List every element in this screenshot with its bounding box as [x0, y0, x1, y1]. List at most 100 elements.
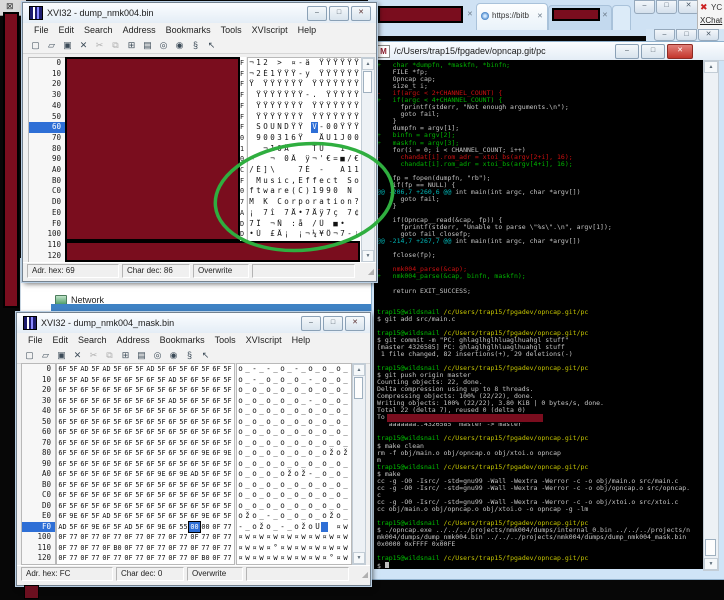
ascii-cell[interactable]: Ÿ	[353, 90, 360, 101]
ascii-cell[interactable]: o	[339, 197, 346, 208]
hex-byte-cell[interactable]: 77	[222, 522, 233, 533]
ascii-cell[interactable]: .	[311, 90, 318, 101]
hex-byte-cell[interactable]: 6F	[101, 427, 112, 438]
cut-icon[interactable]: ✂	[93, 39, 106, 52]
ascii-cell[interactable]: _	[258, 396, 265, 407]
ascii-cell[interactable]: o	[279, 417, 286, 428]
ascii-cell[interactable]: _	[342, 396, 349, 407]
ascii-cell[interactable]: Ÿ	[318, 58, 325, 69]
hex-byte-cell[interactable]: 6F	[101, 448, 112, 459]
ascii-row[interactable]: ¤w¤w¤w¤w¤w¤w¤°¤w	[237, 553, 349, 564]
ascii-cell[interactable]: -	[297, 58, 304, 69]
ascii-cell[interactable]: Ÿ	[290, 101, 297, 112]
hex-byte-cell[interactable]: 6F	[57, 459, 68, 470]
hex-byte-cell[interactable]: 6F	[211, 427, 222, 438]
hex-byte-cell[interactable]: 6F	[167, 438, 178, 449]
ascii-cell[interactable]: ž	[300, 469, 307, 480]
ascii-cell[interactable]: °	[328, 553, 335, 564]
ascii-cell[interactable]: _	[258, 448, 265, 459]
hex-byte-cell[interactable]: 6F	[167, 427, 178, 438]
ascii-cell[interactable]: ¡	[248, 208, 255, 219]
ascii-cell[interactable]	[269, 58, 276, 69]
ascii-cell[interactable]: =	[332, 154, 339, 165]
ascii-cell[interactable]: /	[248, 165, 255, 176]
hex-byte-cell[interactable]: 6F	[167, 501, 178, 512]
ascii-cell[interactable]: _	[244, 406, 251, 417]
ascii-cell[interactable]: w	[272, 532, 279, 543]
ascii-cell[interactable]: 0	[283, 154, 290, 165]
hex-byte-cell[interactable]: 5F	[200, 417, 211, 428]
ascii-row[interactable]: 900316Ÿ ÅU1J00	[248, 133, 360, 144]
hex-byte-cell[interactable]: 6F	[79, 522, 90, 533]
address-row[interactable]: A0	[22, 469, 55, 480]
ascii-cell[interactable]: o	[265, 522, 272, 533]
ascii-cell[interactable]: Ÿ	[325, 90, 332, 101]
hex-byte-cell[interactable]: 5F	[178, 501, 189, 512]
ascii-cell[interactable]: o	[307, 364, 314, 375]
hex-byte-cell[interactable]: 0F	[189, 543, 200, 554]
hex-byte-cell[interactable]: 6F	[211, 396, 222, 407]
hex-byte-cell[interactable]: 5F	[112, 501, 123, 512]
address-row[interactable]: C0	[22, 490, 55, 501]
ascii-cell[interactable]: _	[300, 480, 307, 491]
ascii-cell[interactable]: ¡	[353, 229, 360, 240]
ascii-cell[interactable]: -	[251, 375, 258, 386]
new-file-icon[interactable]: ▢	[23, 349, 36, 362]
ascii-cell[interactable]: 1	[269, 69, 276, 80]
hex-byte-cell[interactable]: 77	[134, 553, 145, 564]
hex-byte-cell[interactable]: 5F	[178, 406, 189, 417]
hex-byte-cell[interactable]: 6F	[167, 490, 178, 501]
ascii-cell[interactable]: _	[314, 480, 321, 491]
ascii-cell[interactable]: Ÿ	[353, 122, 360, 133]
ascii-cell[interactable]: 1	[346, 165, 353, 176]
ascii-cell[interactable]: Ÿ	[269, 90, 276, 101]
ascii-cell[interactable]: ž	[300, 522, 307, 533]
ascii-cell[interactable]: Ÿ	[353, 101, 360, 112]
hex-byte-cell[interactable]: 5F	[156, 375, 167, 386]
hex-row[interactable]: 0F770F770F770F770F770F770FB00F77	[57, 553, 233, 564]
ascii-cell[interactable]: ÿ	[304, 154, 311, 165]
hex-byte-cell[interactable]: AD	[167, 396, 178, 407]
ascii-cell[interactable]: o	[307, 501, 314, 512]
hex-byte-cell[interactable]: 9E	[200, 511, 211, 522]
close-button[interactable]: ✕	[345, 316, 365, 331]
hex-byte-cell[interactable]: 77	[90, 553, 101, 564]
ascii-cell[interactable]: o	[293, 490, 300, 501]
ascii-cell[interactable]: _	[244, 385, 251, 396]
ascii-cell[interactable]: o	[307, 417, 314, 428]
ascii-cell[interactable]	[262, 154, 269, 165]
ascii-cell[interactable]: o	[265, 448, 272, 459]
hex-byte-cell[interactable]: 55	[178, 522, 189, 533]
hex-byte-cell[interactable]: 5F	[112, 459, 123, 470]
ascii-cell[interactable]: w	[314, 543, 321, 554]
hex-byte-cell[interactable]: 77	[200, 543, 211, 554]
ascii-cell[interactable]: t	[332, 176, 339, 187]
browser-tab-stub[interactable]	[612, 5, 631, 30]
hex-byte-cell[interactable]: 5F	[134, 396, 145, 407]
scroll-down-icon[interactable]: ▼	[353, 552, 365, 564]
hex-byte-cell[interactable]: 5F	[156, 480, 167, 491]
ascii-row[interactable]: •Ù £Ã¡ ¡¬¼¥Ô¬7-¡	[248, 229, 360, 240]
hex-byte-cell[interactable]: 0F	[79, 553, 90, 564]
hex-byte-cell[interactable]: 5F	[134, 501, 145, 512]
address-row[interactable]: 40	[22, 406, 55, 417]
ascii-cell[interactable]: r	[311, 197, 318, 208]
new-file-icon[interactable]: ▢	[29, 39, 42, 52]
ascii-cell[interactable]: ¤	[279, 553, 286, 564]
hex-byte-cell[interactable]: 5F	[90, 501, 101, 512]
hex-row[interactable]: 6F5F6F5F6F5F6F5F6F5F6F5F6F9E6F9E	[57, 448, 233, 459]
hex-byte-cell[interactable]: 5F	[134, 459, 145, 470]
ascii-cell[interactable]: É	[255, 165, 262, 176]
ascii-cell[interactable]: 9	[318, 186, 325, 197]
ascii-cell[interactable]: _	[342, 490, 349, 501]
address-row[interactable]: 60	[29, 122, 65, 133]
ascii-cell[interactable]: ¤	[335, 553, 342, 564]
ascii-cell[interactable]: o	[321, 375, 328, 386]
ascii-cell[interactable]: ¤	[237, 543, 244, 554]
ascii-cell[interactable]: y	[304, 69, 311, 80]
ascii-cell[interactable]: ¤	[265, 553, 272, 564]
ascii-cell[interactable]: -	[304, 90, 311, 101]
ascii-cell[interactable]: Ÿ	[332, 101, 339, 112]
hex-byte-cell[interactable]: 6F	[211, 375, 222, 386]
hex-byte-cell[interactable]: 6F	[101, 396, 112, 407]
